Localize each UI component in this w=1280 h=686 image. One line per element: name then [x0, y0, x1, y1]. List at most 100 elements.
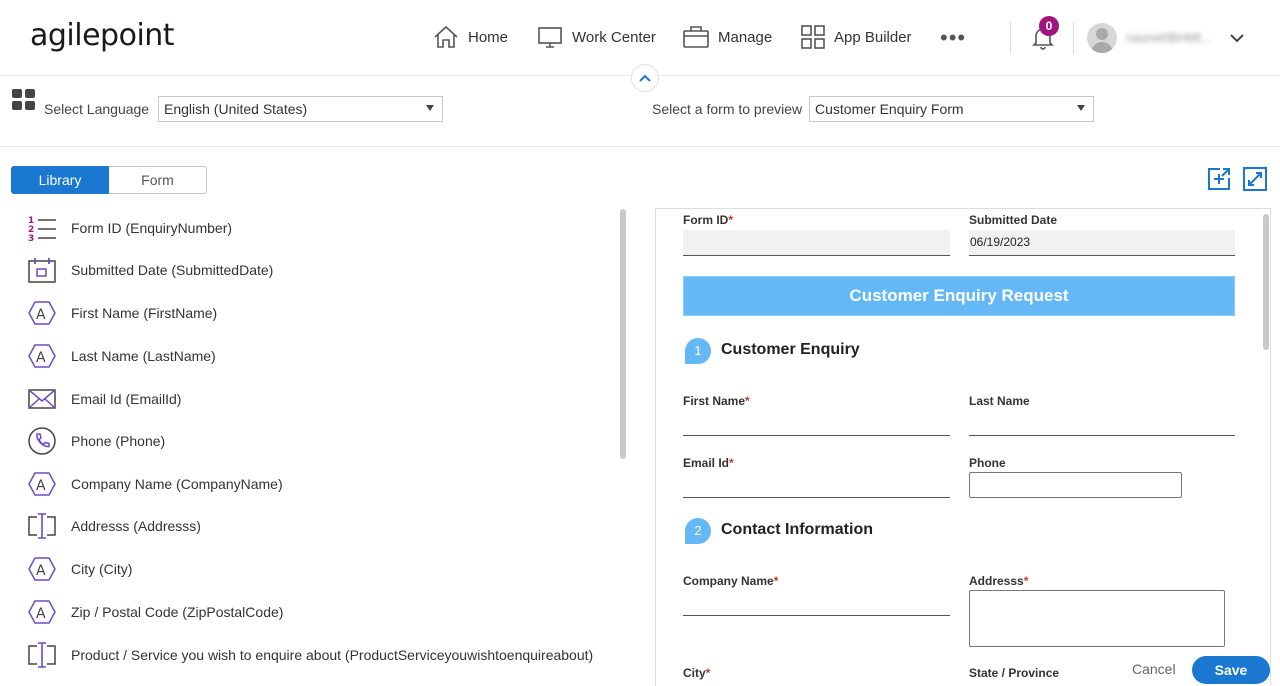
list-item[interactable]: Addresss (Addresss): [26, 511, 201, 541]
agilepoint-logo[interactable]: agilepoint: [30, 18, 175, 53]
text-field-icon: A: [28, 301, 56, 325]
list-item-label: Zip / Postal Code (ZipPostalCode): [71, 604, 284, 620]
list-item[interactable]: Submitted Date (SubmittedDate): [26, 255, 273, 285]
phone-label: Phone: [969, 456, 1006, 470]
library-scrollbar[interactable]: [620, 209, 626, 459]
list-item-label: Email Id (EmailId): [71, 391, 182, 407]
divider: [1073, 22, 1074, 54]
section-number-badge: 2: [685, 518, 711, 544]
company-name-field[interactable]: [683, 615, 950, 616]
app-grid-icon: [801, 25, 825, 49]
section-title: Contact Information: [721, 521, 873, 538]
svg-text:A: A: [36, 478, 46, 494]
avatar[interactable]: [1087, 23, 1117, 53]
submitted-date-field[interactable]: 06/19/2023: [969, 230, 1235, 256]
phone-icon: [28, 427, 56, 455]
list-item[interactable]: A Zip / Postal Code (ZipPostalCode): [26, 597, 283, 627]
city-label: City*: [683, 666, 711, 680]
dropdown-arrow-icon: [426, 105, 434, 111]
svg-text:A: A: [36, 563, 46, 579]
monitor-icon: [538, 27, 562, 48]
text-field-icon: A: [28, 600, 56, 624]
expand-icon[interactable]: [1242, 166, 1268, 192]
list-item[interactable]: A City (City): [26, 554, 132, 584]
preview-scrollbar[interactable]: [1263, 214, 1269, 350]
form-id-label: Form ID*: [683, 213, 734, 227]
briefcase-icon: [683, 26, 709, 48]
list-item[interactable]: Product / Service you wish to enquire ab…: [26, 640, 593, 670]
state-province-label: State / Province: [969, 666, 1060, 680]
panel-tabs: Library Form: [11, 166, 207, 194]
divider: [1010, 22, 1011, 54]
dropdown-arrow-icon: [1077, 105, 1085, 111]
list-item-label: Addresss (Addresss): [71, 518, 201, 534]
submitted-date-label: Submitted Date: [969, 213, 1058, 227]
notification-count-badge: 0: [1039, 16, 1059, 36]
list-item[interactable]: A First Name (FirstName): [26, 298, 217, 328]
address-field[interactable]: [969, 590, 1225, 647]
first-name-field[interactable]: [683, 435, 950, 436]
first-name-label: First Name*: [683, 394, 750, 408]
list-item[interactable]: 123 Form ID (EnquiryNumber): [26, 213, 232, 243]
form-banner-title: Customer Enquiry Request: [683, 276, 1235, 316]
list-item[interactable]: A Last Name (LastName): [26, 341, 216, 371]
company-name-label: Company Name*: [683, 574, 779, 588]
text-field-icon: A: [28, 557, 56, 581]
home-icon: [434, 25, 458, 48]
list-item-label: Company Name (CompanyName): [71, 476, 283, 492]
nav-home-label: Home: [468, 28, 509, 46]
nav-work-center-label: Work Center: [572, 28, 656, 46]
list-item[interactable]: A Company Name (CompanyName): [26, 469, 283, 499]
last-name-field[interactable]: [969, 435, 1235, 436]
list-item[interactable]: Phone (Phone): [26, 426, 165, 456]
save-button[interactable]: Save: [1192, 656, 1270, 684]
tab-form[interactable]: Form: [109, 166, 207, 194]
list-item-label: Submitted Date (SubmittedDate): [71, 262, 274, 278]
export-icon[interactable]: [1206, 166, 1232, 192]
logo-text: agilepoint: [30, 18, 175, 53]
list-item-label: First Name (FirstName): [71, 305, 218, 321]
email-label: Email Id*: [683, 456, 734, 470]
form-select-value: Customer Enquiry Form: [815, 101, 964, 117]
email-icon: [28, 389, 56, 409]
dashboard-grid-icon[interactable]: [12, 89, 36, 111]
multiline-text-icon: [28, 513, 56, 539]
nav-app-builder-label: App Builder: [834, 28, 912, 46]
form-id-field[interactable]: [683, 230, 950, 256]
language-select[interactable]: English (United States): [158, 96, 443, 122]
text-field-icon: A: [28, 472, 56, 496]
nav-home[interactable]: Home: [432, 24, 508, 50]
preview-toolbar: Select Language English (United States) …: [0, 77, 1280, 147]
username[interactable]: nasnet\BHMI...: [1126, 30, 1212, 45]
section-title: Customer Enquiry: [721, 341, 860, 358]
text-field-icon: A: [28, 344, 56, 368]
phone-field[interactable]: [969, 472, 1182, 498]
last-name-label: Last Name: [969, 394, 1030, 408]
list-item-label: Form ID (EnquiryNumber): [71, 220, 233, 236]
calendar-icon: [28, 258, 56, 283]
section-number-badge: 1: [685, 338, 711, 364]
chevron-down-icon[interactable]: [1229, 31, 1245, 45]
numbered-list-icon: 123: [28, 216, 56, 242]
tab-library[interactable]: Library: [11, 166, 109, 194]
cancel-button[interactable]: Cancel: [1132, 661, 1176, 677]
select-language-label: Select Language: [44, 101, 150, 117]
more-menu-button[interactable]: •••: [940, 27, 966, 49]
svg-text:A: A: [36, 606, 46, 622]
form-select[interactable]: Customer Enquiry Form: [809, 96, 1094, 122]
multiline-text-icon: [28, 642, 56, 668]
email-field[interactable]: [683, 497, 950, 498]
nav-app-builder[interactable]: App Builder: [800, 24, 912, 50]
list-item[interactable]: Email Id (EmailId): [26, 384, 181, 414]
svg-text:3: 3: [28, 234, 34, 242]
nav-manage[interactable]: Manage: [682, 24, 772, 50]
address-label: Addresss*: [969, 574, 1029, 588]
language-select-value: English (United States): [164, 101, 308, 117]
nav-work-center[interactable]: Work Center: [536, 24, 656, 50]
list-item-label: Phone (Phone): [71, 433, 166, 449]
svg-text:A: A: [36, 307, 46, 323]
svg-text:A: A: [36, 350, 46, 366]
nav-manage-label: Manage: [718, 28, 773, 46]
list-item-label: City (City): [71, 561, 133, 577]
list-item-label: Last Name (LastName): [71, 348, 216, 364]
